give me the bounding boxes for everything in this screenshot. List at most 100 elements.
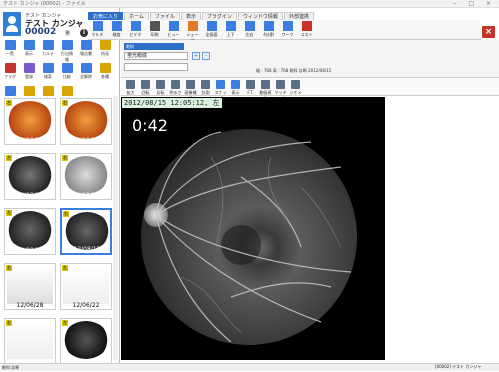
tool-label-5: 所見 [101, 51, 109, 56]
ribbon-button-8[interactable]: 左右 [242, 21, 257, 40]
tool-label-10: 全解除 [80, 74, 92, 79]
tool-icon-4 [80, 40, 92, 50]
image-tool-2[interactable]: 反転 [154, 80, 167, 95]
image-tool-10[interactable]: マッチング [274, 80, 287, 101]
thumbnail-scrollbar[interactable] [113, 96, 118, 360]
image-tool-8[interactable]: F.T. [244, 80, 257, 95]
image-tool-9[interactable]: 動画再生 [259, 80, 272, 101]
thumbnail[interactable]: 左 [60, 318, 112, 365]
thumbnail[interactable]: 左 12/08/15 [4, 98, 56, 145]
eye-tag: 右 [63, 211, 69, 217]
minus-button[interactable]: - [202, 52, 210, 60]
ribbon-icon-4 [168, 21, 179, 31]
ribbon-icon-0 [92, 21, 103, 31]
ribbon-button-10[interactable]: ワーク [280, 21, 295, 40]
tool-icon-5 [99, 40, 111, 50]
image-tool-5[interactable]: 計測 [199, 80, 212, 95]
ribbon-button-6[interactable]: 全画面 [204, 21, 219, 40]
tool-label-2: カルテ [42, 51, 54, 56]
eye-tag: 左 [62, 320, 68, 326]
tab-4[interactable]: プラグイン [201, 12, 237, 20]
ribbon-button-7[interactable]: 上下 [223, 21, 238, 40]
image-tool-7[interactable]: 表示 [229, 80, 242, 95]
ribbon-label-0: マルチ [91, 32, 104, 37]
info-icon[interactable]: i [80, 29, 88, 37]
thumbnail[interactable]: 右 12/08/15 [60, 153, 112, 200]
thumbnail[interactable]: 左 12/06/22 [60, 263, 112, 310]
ribbon-icon-10 [282, 21, 293, 31]
eye-tag: 左 [6, 100, 12, 106]
thumbnail[interactable]: 右 12/08/15 [60, 98, 112, 145]
thumbnail[interactable]: 左 12/08/15 [4, 153, 56, 200]
left-tool-9[interactable]: 比較 [60, 63, 74, 85]
ribbon-button-2[interactable]: ビデオ [128, 21, 143, 40]
avatar [3, 12, 21, 36]
image-tool-icon-10 [276, 80, 285, 89]
image-tool-11[interactable]: ジオメトリ [289, 80, 302, 101]
left-tool-7[interactable]: 登録 [22, 63, 36, 85]
ribbon-button-4[interactable]: ビューア [166, 21, 181, 43]
ribbon-button-3[interactable]: 印刷 [147, 21, 162, 40]
ribbon-button-1[interactable]: 検査 [109, 21, 124, 40]
left-tool-1[interactable]: 表示 [22, 40, 36, 62]
thumbnail[interactable]: 左 12/08/15 [4, 208, 56, 255]
ribbon-icon-9 [263, 21, 274, 31]
image-tool-4[interactable]: 画像補正 [184, 80, 197, 101]
thumbnail[interactable]: 右 [4, 318, 56, 365]
tab-3[interactable]: 表示 [180, 12, 201, 20]
close-patient-button[interactable]: × [482, 26, 495, 38]
status-left: 眼科 診断 [2, 365, 20, 370]
tool-icon-15 [61, 86, 73, 96]
image-tool-icon-6 [216, 80, 225, 89]
ribbon-button-9[interactable]: 4分割 [261, 21, 276, 40]
tool-icon-6 [4, 63, 16, 73]
ribbon-button-5[interactable]: シェーマ [185, 21, 200, 43]
thumbnail[interactable]: 右 12/06/28 [4, 263, 56, 310]
left-tool-3[interactable]: 打出情報 [60, 40, 74, 62]
tab-1[interactable]: ホーム [124, 12, 149, 20]
ribbon-button-0[interactable]: マルチ [90, 21, 105, 40]
plus-button[interactable]: + [192, 52, 200, 60]
image-tool-label-7: 表示 [231, 90, 240, 95]
tab-5[interactable]: ウィンドウ情報 [237, 12, 283, 20]
left-tool-2[interactable]: カルテ [41, 40, 55, 62]
image-tool-icon-0 [126, 80, 135, 89]
tab-0[interactable]: お気に入り [88, 12, 124, 20]
image-tool-3[interactable]: 明るさ [169, 80, 182, 95]
tool-label-7: 登録 [25, 74, 33, 79]
tab-2[interactable]: ファイル [149, 12, 180, 20]
tool-label-4: 報告書 [80, 51, 92, 56]
ribbon-label-11: コスト [300, 32, 313, 37]
ribbon-icon-7 [225, 21, 236, 31]
image-tool-icon-5 [201, 80, 210, 89]
image-tool-label-2: 反転 [156, 90, 165, 95]
tool-icon-1 [23, 40, 35, 50]
image-tool-6[interactable]: スナップ [214, 80, 227, 101]
image-timestamp: 2012/08/15 12:05:12, 左 [122, 98, 222, 108]
image-viewer[interactable] [121, 97, 385, 360]
image-tool-1[interactable]: 回転 [139, 80, 152, 95]
image-tool-icon-8 [246, 80, 255, 89]
eye-tag: 右 [62, 100, 68, 106]
left-tool-8[interactable]: 検索 [41, 63, 55, 85]
thumbnail[interactable]: 右 12/08/15 [60, 208, 112, 255]
left-tool-10[interactable]: 全解除 [79, 63, 93, 85]
left-tool-6[interactable]: フラグ [3, 63, 17, 85]
tab-6[interactable]: 外部連携 [283, 12, 314, 20]
sub-select[interactable] [124, 63, 188, 71]
left-tool-4[interactable]: 報告書 [79, 40, 93, 62]
left-tool-5[interactable]: 所見 [98, 40, 112, 62]
patient-id: 00002 [25, 27, 57, 37]
left-tool-11[interactable]: 各種 [98, 63, 112, 85]
tool-icon-3 [61, 40, 73, 50]
ribbon-label-2: ビデオ [129, 32, 142, 37]
tool-icon-8 [42, 63, 54, 73]
ribbon-button-11[interactable]: コスト [299, 21, 314, 40]
image-tool-0[interactable]: 拡大 [124, 80, 137, 95]
exam-select[interactable]: 蛍光眼底 [124, 52, 188, 60]
thumbnail-image [63, 321, 109, 359]
tool-label-0: 一覧 [6, 51, 14, 56]
left-tool-0[interactable]: 一覧 [3, 40, 17, 62]
window-controls[interactable]: – □ × [453, 0, 496, 7]
eye-tag: 右 [62, 155, 68, 161]
